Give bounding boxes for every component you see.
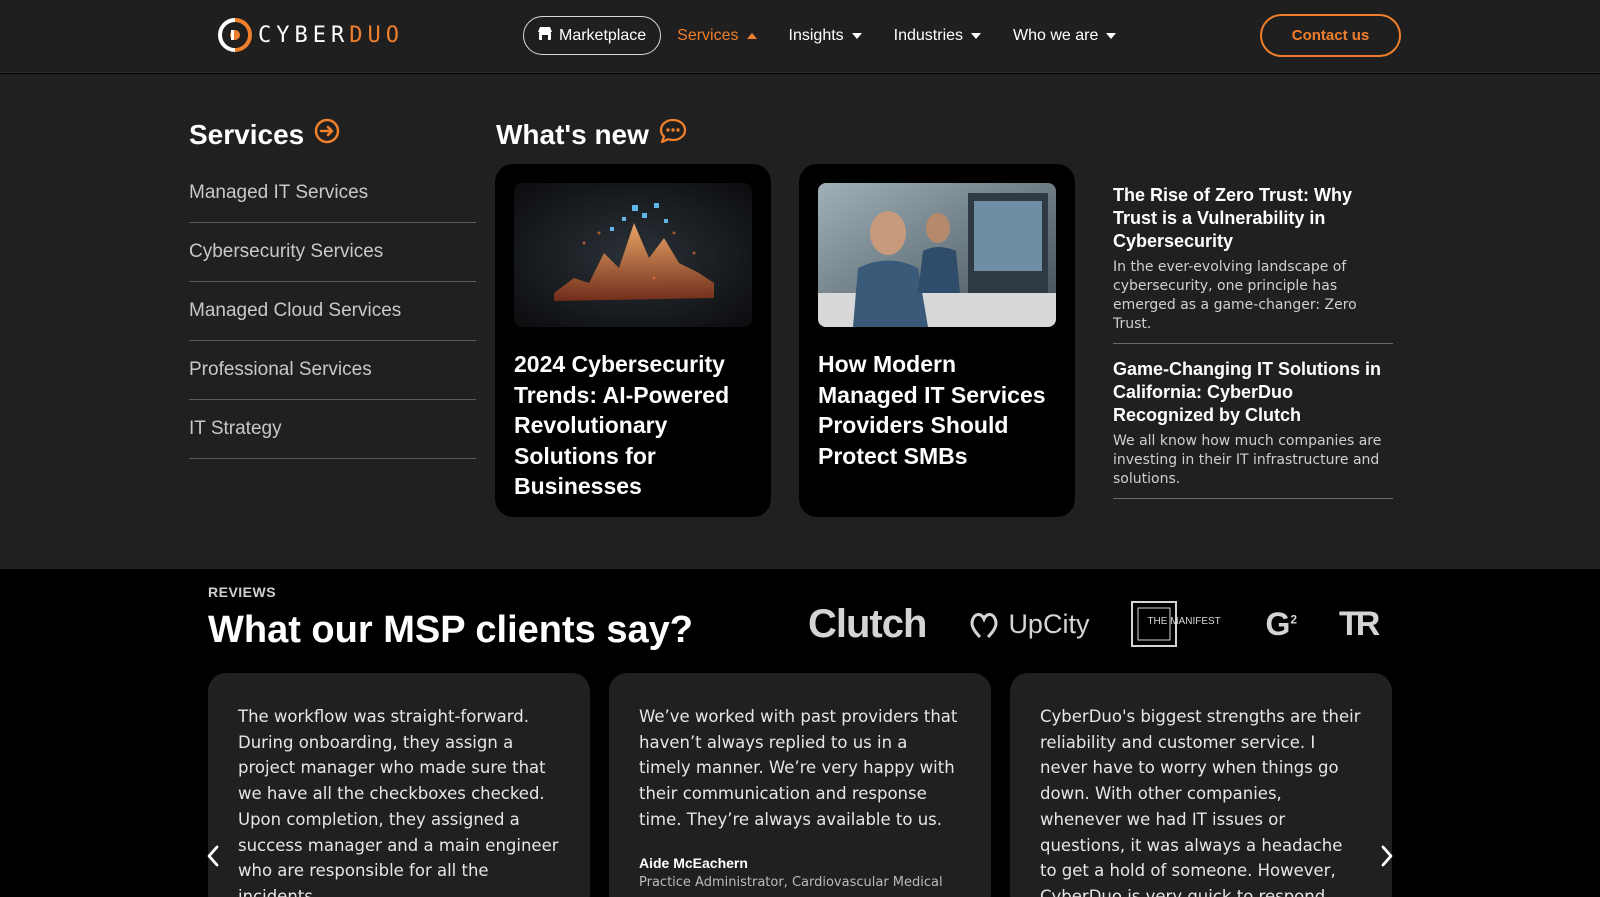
- review-card: The workflow was straight-forward. Durin…: [208, 673, 590, 897]
- site-header: CYBER DUO Marketplace Services Insights I…: [0, 0, 1600, 73]
- services-item-it-strategy[interactable]: IT Strategy: [189, 400, 476, 459]
- trustradius-logo[interactable]: TR: [1339, 605, 1380, 644]
- nav-services[interactable]: Services: [677, 26, 757, 45]
- news-item[interactable]: Game-Changing IT Solutions in California…: [1113, 358, 1393, 499]
- chevron-down-icon: [971, 32, 982, 39]
- review-card: CyberDuo's biggest strengths are their r…: [1010, 673, 1392, 897]
- article-title: How Modern Managed IT Services Providers…: [818, 351, 1046, 469]
- nav-industries[interactable]: Industries: [893, 26, 982, 45]
- main-nav: Marketplace Services Insights Industries…: [523, 16, 1117, 55]
- store-icon: [538, 26, 552, 45]
- review-card: We’ve worked with past providers that ha…: [609, 673, 991, 897]
- upcity-text: UpCity: [1008, 608, 1090, 639]
- services-list: Managed IT Services Cybersecurity Servic…: [189, 164, 476, 459]
- g2-logo[interactable]: G2: [1265, 606, 1297, 643]
- logo-text-duo: DUO: [349, 22, 404, 48]
- chevron-left-icon: [207, 845, 219, 867]
- nav-who-we-are-label: Who we are: [1013, 26, 1099, 44]
- nav-who-we-are[interactable]: Who we are: [1013, 26, 1117, 45]
- article-thumbnail-office-workers: [818, 183, 1056, 327]
- review-quote: The workflow was straight-forward. Durin…: [238, 707, 559, 897]
- nav-insights[interactable]: Insights: [789, 27, 862, 45]
- marketplace-button[interactable]: Marketplace: [523, 16, 662, 55]
- carousel-next-button[interactable]: [1376, 841, 1398, 871]
- article-title: 2024 Cybersecurity Trends: AI-Powered Re…: [514, 351, 730, 499]
- clutch-logo[interactable]: Clutch: [808, 602, 927, 647]
- marketplace-label: Marketplace: [559, 26, 647, 44]
- the-manifest-text: THE MANIFEST: [1147, 616, 1221, 627]
- review-quote: CyberDuo's biggest strengths are their r…: [1040, 707, 1361, 897]
- logo-text-cyber: CYBER: [258, 22, 350, 48]
- upcity-logo[interactable]: UpCity: [968, 609, 1089, 640]
- services-item-managed-cloud[interactable]: Managed Cloud Services: [189, 282, 476, 341]
- chevron-up-icon: [746, 32, 757, 39]
- reviews-title: What our MSP clients say?: [208, 609, 693, 651]
- review-author: Aide McEachern: [639, 854, 748, 871]
- article-card[interactable]: 2024 Cybersecurity Trends: AI-Powered Re…: [495, 164, 771, 517]
- reviews-section: REVIEWS What our MSP clients say? Clutch…: [0, 569, 1600, 897]
- carousel-prev-button[interactable]: [202, 841, 224, 871]
- review-platform-logos: Clutch UpCity THE MANIFEST G2 TR: [808, 601, 1380, 647]
- services-item-cybersecurity[interactable]: Cybersecurity Services: [189, 223, 476, 282]
- news-item[interactable]: The Rise of Zero Trust: Why Trust is a V…: [1113, 184, 1393, 344]
- services-heading-label: Services: [189, 118, 305, 150]
- chevron-down-icon: [1106, 32, 1117, 39]
- services-heading[interactable]: Services: [189, 118, 340, 151]
- article-thumbnail-ai-chart: [514, 183, 752, 327]
- cyberduo-logo[interactable]: CYBER DUO: [218, 18, 404, 52]
- services-item-professional[interactable]: Professional Services: [189, 341, 476, 400]
- news-title: Game-Changing IT Solutions in California…: [1113, 359, 1381, 425]
- nav-industries-label: Industries: [893, 26, 964, 44]
- news-title: The Rise of Zero Trust: Why Trust is a V…: [1113, 185, 1353, 251]
- nav-insights-label: Insights: [788, 26, 844, 44]
- contact-us-button[interactable]: Contact us: [1260, 14, 1401, 57]
- review-author-role: Practice Administrator, Cardiovascular M…: [639, 874, 943, 890]
- news-description: We all know how much companies are inves…: [1113, 433, 1382, 487]
- chevron-down-icon: [851, 32, 862, 39]
- the-manifest-logo[interactable]: THE MANIFEST: [1131, 601, 1223, 647]
- article-card[interactable]: How Modern Managed IT Services Providers…: [799, 164, 1075, 517]
- arrow-circle-right-icon: [314, 118, 340, 151]
- g2-text: G: [1265, 605, 1291, 642]
- reviews-label: REVIEWS: [208, 584, 277, 600]
- chevron-right-icon: [1381, 845, 1393, 867]
- whats-new-label: What's new: [496, 118, 649, 150]
- logo-wordmark: CYBER DUO: [258, 23, 404, 48]
- services-item-managed-it[interactable]: Managed IT Services: [189, 164, 476, 223]
- nav-services-label: Services: [677, 26, 739, 44]
- chat-bubble-icon: [659, 118, 687, 151]
- services-mega-menu: Services Managed IT Services Cybersecuri…: [0, 74, 1600, 569]
- news-description: In the ever-evolving landscape of cybers…: [1113, 259, 1357, 332]
- whats-new-heading: What's new: [496, 118, 687, 151]
- logo-mark-icon: [218, 18, 252, 52]
- review-quote: We’ve worked with past providers that ha…: [639, 707, 958, 829]
- upcity-heart-icon: [970, 613, 998, 639]
